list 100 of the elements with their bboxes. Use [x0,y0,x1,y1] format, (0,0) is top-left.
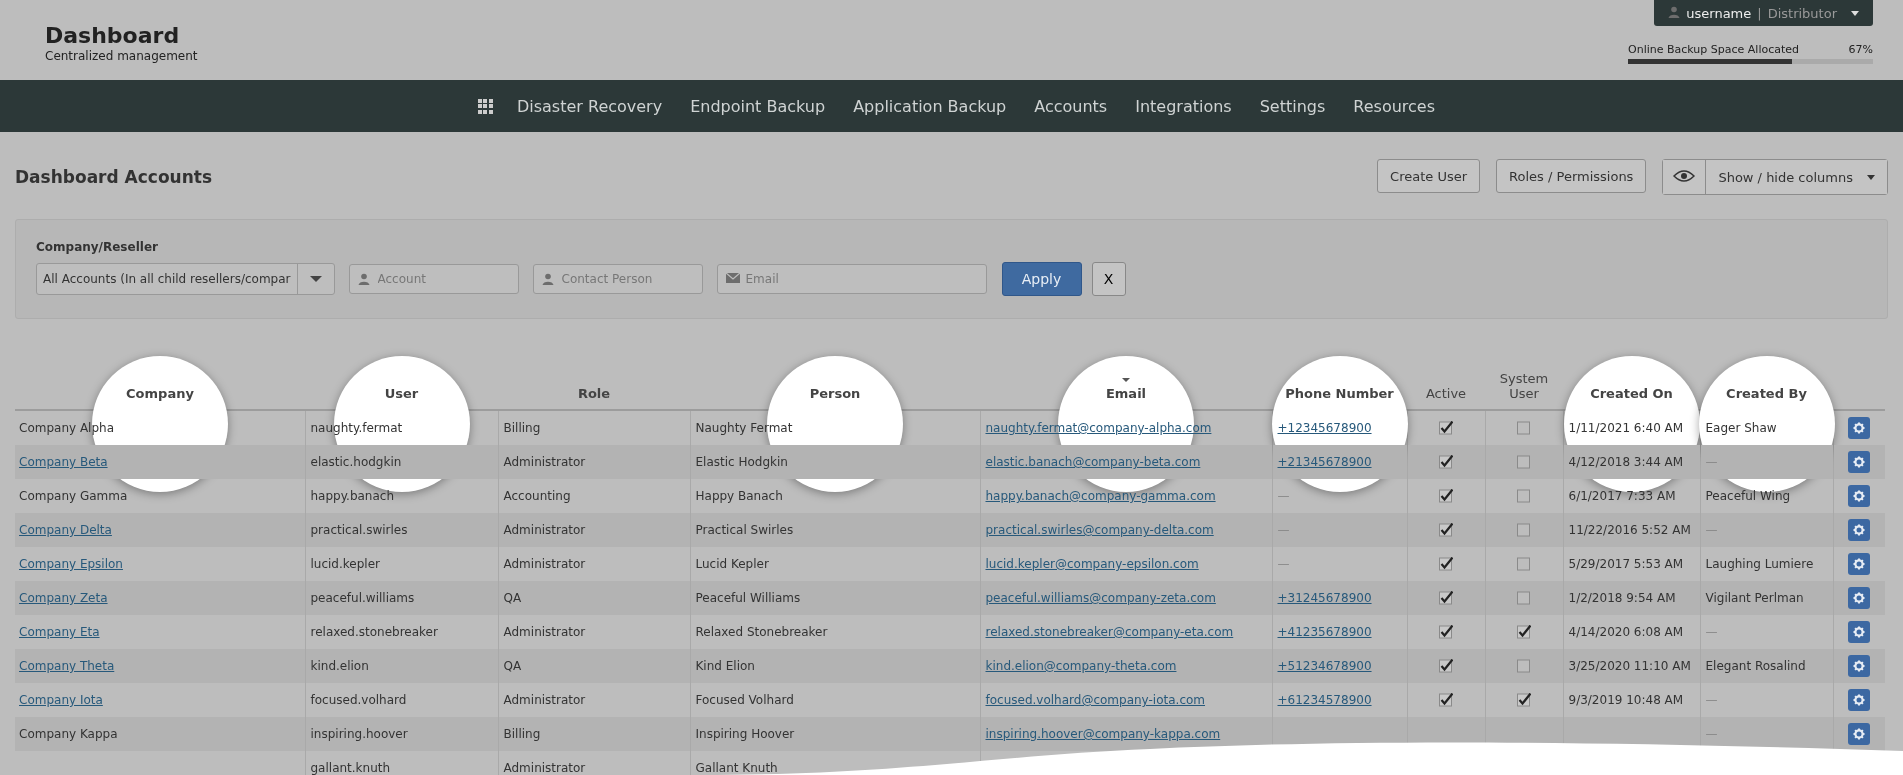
eye-button[interactable] [1663,160,1707,194]
settings-button[interactable] [1848,485,1871,507]
table-cell: kind.elion [310,659,369,673]
nav-link[interactable]: Disaster Recovery [516,96,663,116]
settings-icon [1853,660,1866,672]
column-header[interactable]: Active [1425,386,1467,401]
settings-button[interactable] [1848,655,1871,677]
settings-icon [1853,524,1866,536]
checked-checkbox[interactable] [1517,693,1531,708]
table-cell: 1/11/2021 6:40 AM [1568,421,1684,435]
filter-field[interactable]: Contact Person [532,264,703,294]
caret-icon [1851,10,1859,16]
column-header[interactable]: Created By [1726,386,1807,401]
table-cell: Practical Swirles [695,523,794,537]
apps-grid-icon[interactable] [477,98,493,114]
settings-button[interactable] [1848,519,1871,541]
email-link[interactable]: happy.banach@company-gamma.com [985,489,1216,503]
table-cell: gallant.knuth [310,761,391,775]
table-cell: Focused Volhard [695,693,794,707]
table-cell: Peaceful Wing [1705,489,1791,503]
filter-field[interactable]: Account [348,264,519,294]
settings-button[interactable] [1848,553,1871,575]
table-cell: 1/2/2018 9:54 AM [1568,591,1676,605]
table-cell: — [1277,557,1290,571]
company-link[interactable]: Company Eta [19,625,100,639]
table-cell: peaceful.williams [310,591,415,605]
apply-button[interactable]: Apply [1001,262,1082,296]
backup-reading: 67% [1848,43,1873,56]
filter-field[interactable]: Email [716,264,987,294]
checked-checkbox[interactable] [1439,591,1453,606]
checked-checkbox[interactable] [1439,455,1453,470]
company-link[interactable]: Company Beta [19,455,108,469]
company-link[interactable]: Company Epsilon [19,557,123,571]
nav-link[interactable]: Settings [1259,96,1326,116]
checkbox[interactable] [1517,659,1531,674]
nav-link[interactable]: Endpoint Backup [690,96,826,116]
settings-button[interactable] [1848,451,1871,473]
checked-checkbox[interactable] [1439,421,1453,436]
table-cell: — [1705,693,1718,707]
action-button[interactable]: Roles / Permissions [1496,159,1647,193]
checked-checkbox[interactable] [1439,659,1453,674]
settings-button[interactable] [1848,689,1871,711]
settings-button[interactable] [1848,587,1871,609]
email-link[interactable]: naughty.fermat@company-alpha.com [985,421,1212,435]
table-cell: QA [503,659,522,673]
table-cell: Vigilant Perlman [1705,591,1804,605]
company-link[interactable]: Company Theta [19,659,115,673]
table-cell: Inspiring Hoover [695,727,795,741]
nav-link[interactable]: Integrations [1135,96,1232,116]
nav-link[interactable]: Accounts [1034,96,1108,116]
nav-link[interactable]: Application Backup [853,96,1007,116]
settings-button[interactable] [1848,621,1871,643]
checkbox[interactable] [1517,489,1531,504]
nav-link[interactable]: Resources [1353,96,1436,116]
checkbox[interactable] [1517,421,1531,436]
company-link[interactable]: Company Iota [19,693,103,707]
email-link[interactable]: relaxed.stonebreaker@company-eta.com [985,625,1234,639]
column-header[interactable]: User [384,386,419,401]
column-header[interactable]: Created On [1590,386,1673,401]
user-menu-button[interactable]: username | Distributor [1654,0,1873,26]
settings-icon [1853,626,1866,638]
checkbox[interactable] [1517,591,1531,606]
company-reseller-select[interactable]: All Accounts (In all child resellers/compar [36,263,335,295]
column-header[interactable]: Company [126,386,194,401]
checked-checkbox[interactable] [1439,523,1453,538]
phone-link[interactable]: +41235678900 [1277,625,1372,639]
action-button[interactable]: Create User [1377,159,1481,193]
column-header[interactable]: Phone Number [1285,386,1394,401]
checkbox[interactable] [1517,455,1531,470]
table-cell: Happy Banach [695,489,783,503]
checked-checkbox[interactable] [1517,625,1531,640]
checkbox[interactable] [1517,557,1531,572]
settings-button[interactable] [1848,723,1871,745]
table-cell: inspiring.hoover [310,727,408,741]
settings-icon [1853,558,1866,570]
table-cell: 3/25/2020 11:10 AM [1568,659,1691,673]
column-header[interactable]: Email [1105,386,1147,401]
checked-checkbox[interactable] [1439,489,1453,504]
checked-checkbox[interactable] [1439,693,1453,708]
table-cell: 6/1/2017 7:33 AM [1568,489,1676,503]
column-header[interactable]: Role [577,386,611,401]
email-link[interactable]: focused.volhard@company-iota.com [985,693,1205,707]
app-title: Dashboard [45,23,181,49]
table-cell: — [1277,523,1290,537]
company-link[interactable]: Company Zeta [19,591,108,605]
company-link[interactable]: Company Delta [19,523,112,537]
checked-checkbox[interactable] [1439,625,1453,640]
checkbox[interactable] [1517,523,1531,538]
table-cell: Company Gamma [19,489,128,503]
phone-link[interactable]: +12345678900 [1277,421,1372,435]
clear-button[interactable]: X [1091,262,1126,296]
column-header[interactable]: Person [809,386,861,401]
phone-link[interactable]: +61234578900 [1277,693,1372,707]
table-cell: Naughty Fermat [695,421,793,435]
table-cell: Billing [503,727,541,741]
email-link[interactable]: lucid.kepler@company-epsilon.com [985,557,1199,571]
column-header[interactable]: System User [1499,371,1549,401]
table-cell: elastic.hodgkin [310,455,402,469]
checked-checkbox[interactable] [1439,557,1453,572]
settings-button[interactable] [1848,417,1871,439]
